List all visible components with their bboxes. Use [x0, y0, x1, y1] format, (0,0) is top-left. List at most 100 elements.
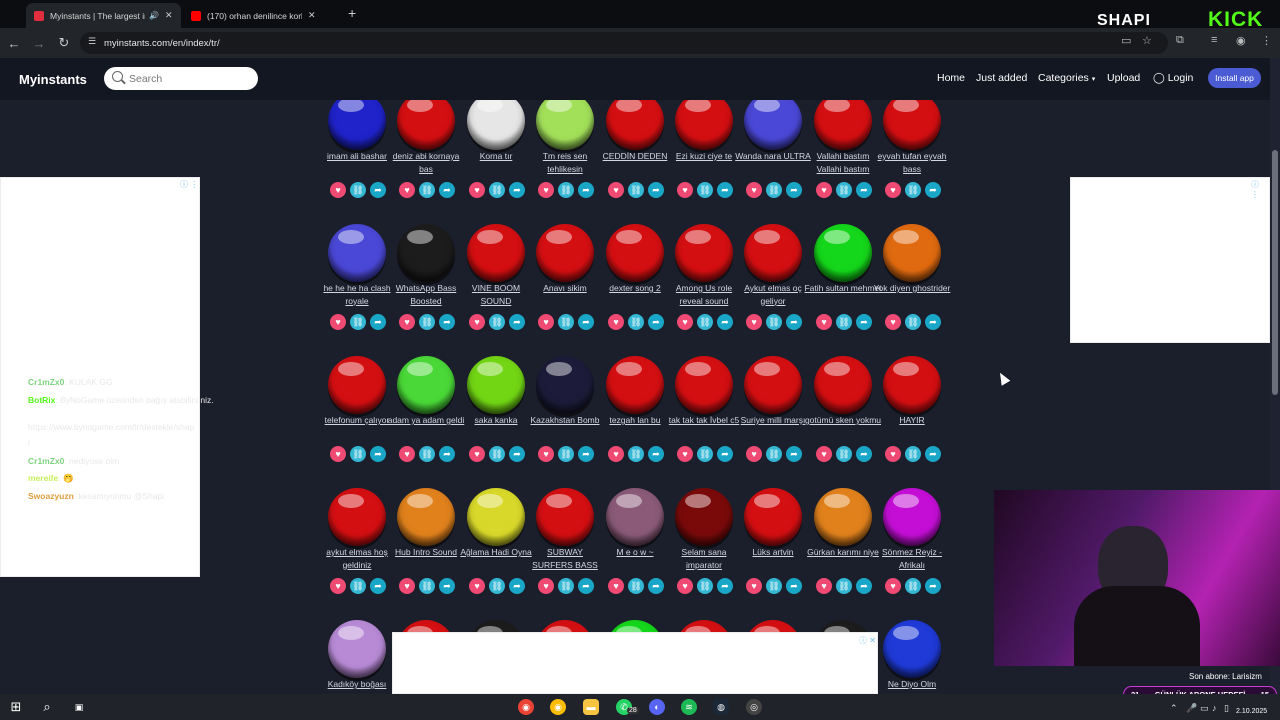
sound-play-button[interactable]: [675, 356, 733, 414]
sound-play-button[interactable]: [606, 224, 664, 282]
sound-play-button[interactable]: [328, 356, 386, 414]
copy-link-icon[interactable]: ⛓: [489, 314, 505, 330]
sound-play-button[interactable]: [467, 356, 525, 414]
sound-name-link[interactable]: deniz abi kornaya bas: [387, 150, 465, 175]
share-icon[interactable]: ➦: [509, 182, 525, 198]
sound-play-button[interactable]: [397, 488, 455, 546]
reload-icon[interactable]: ↻: [53, 35, 75, 51]
favorite-heart-icon[interactable]: ♥: [677, 182, 693, 198]
sound-name-link[interactable]: Sönmez Reyiz - Afrikalı: [873, 546, 951, 571]
favorite-heart-icon[interactable]: ♥: [746, 314, 762, 330]
share-icon[interactable]: ➦: [856, 446, 872, 462]
sound-name-link[interactable]: Hub Intro Sound: [387, 546, 465, 559]
sound-name-link[interactable]: Selam sana imparator: [665, 546, 743, 571]
spotify-icon[interactable]: ≋: [681, 699, 697, 715]
windows-start-icon[interactable]: ⊞: [8, 699, 24, 715]
steam-icon[interactable]: ◍: [713, 699, 729, 715]
share-icon[interactable]: ➦: [717, 314, 733, 330]
sound-play-button[interactable]: [467, 100, 525, 150]
share-icon[interactable]: ➦: [578, 446, 594, 462]
sound-play-button[interactable]: [536, 224, 594, 282]
share-icon[interactable]: ➦: [439, 578, 455, 594]
obs-icon[interactable]: ◎: [746, 699, 762, 715]
sound-play-button[interactable]: [536, 100, 594, 150]
tray-chevron-icon[interactable]: ⌃: [1170, 703, 1178, 714]
share-icon[interactable]: ➦: [370, 182, 386, 198]
nav-home[interactable]: Home: [937, 72, 965, 84]
sound-play-button[interactable]: [397, 100, 455, 150]
chrome-icon[interactable]: ◉: [550, 699, 566, 715]
url-field[interactable]: ☰ myinstants.com/en/index/tr/: [80, 32, 1168, 54]
sound-play-button[interactable]: [536, 488, 594, 546]
copy-link-icon[interactable]: ⛓: [766, 578, 782, 594]
sound-name-link[interactable]: Ne Diyo Olm: [873, 678, 951, 691]
sound-name-link[interactable]: Tm reis sen tehlikesin: [526, 150, 604, 175]
sound-play-button[interactable]: [744, 100, 802, 150]
sound-play-button[interactable]: [883, 488, 941, 546]
scrollbar-thumb[interactable]: [1272, 150, 1278, 395]
favorite-heart-icon[interactable]: ♥: [330, 578, 346, 594]
copy-link-icon[interactable]: ⛓: [697, 182, 713, 198]
sound-play-button[interactable]: [328, 620, 386, 678]
sound-name-link[interactable]: M e o w ~: [596, 546, 674, 559]
sound-play-button[interactable]: [675, 224, 733, 282]
favorite-heart-icon[interactable]: ♥: [399, 446, 415, 462]
copy-link-icon[interactable]: ⛓: [558, 182, 574, 198]
forward-icon[interactable]: →: [28, 36, 50, 51]
sound-play-button[interactable]: [328, 100, 386, 150]
copy-link-icon[interactable]: ⛓: [558, 446, 574, 462]
site-logo[interactable]: Myinstants: [19, 72, 87, 87]
sound-name-link[interactable]: saka kanka: [457, 414, 535, 427]
sound-play-button[interactable]: [883, 356, 941, 414]
copy-link-icon[interactable]: ⛓: [628, 314, 644, 330]
nav-categories[interactable]: Categories ▾: [1038, 72, 1095, 84]
favorite-heart-icon[interactable]: ♥: [330, 314, 346, 330]
share-icon[interactable]: ➦: [717, 578, 733, 594]
favorite-heart-icon[interactable]: ♥: [885, 578, 901, 594]
copy-link-icon[interactable]: ⛓: [836, 314, 852, 330]
cast-icon[interactable]: ▭: [1121, 34, 1131, 47]
sound-play-button[interactable]: [536, 356, 594, 414]
favorite-heart-icon[interactable]: ♥: [538, 446, 554, 462]
ad-info-icon[interactable]: ⓘ ⋮: [1251, 179, 1269, 199]
sound-play-button[interactable]: [397, 356, 455, 414]
copy-link-icon[interactable]: ⛓: [905, 182, 921, 198]
share-icon[interactable]: ➦: [856, 182, 872, 198]
sound-play-button[interactable]: [883, 224, 941, 282]
favorite-heart-icon[interactable]: ♥: [746, 578, 762, 594]
copy-link-icon[interactable]: ⛓: [697, 578, 713, 594]
copy-link-icon[interactable]: ⛓: [489, 182, 505, 198]
sound-play-button[interactable]: [675, 100, 733, 150]
chrome-icon[interactable]: ◉: [518, 699, 534, 715]
favorite-heart-icon[interactable]: ♥: [608, 578, 624, 594]
copy-link-icon[interactable]: ⛓: [766, 446, 782, 462]
favorite-heart-icon[interactable]: ♥: [399, 314, 415, 330]
favorite-heart-icon[interactable]: ♥: [885, 446, 901, 462]
favorite-heart-icon[interactable]: ♥: [469, 578, 485, 594]
share-icon[interactable]: ➦: [925, 314, 941, 330]
copy-link-icon[interactable]: ⛓: [350, 446, 366, 462]
share-icon[interactable]: ➦: [439, 182, 455, 198]
tab-myinstants[interactable]: Myinstants | The largest ins 🔊 ✕: [26, 3, 181, 28]
sound-play-button[interactable]: [328, 224, 386, 282]
copy-link-icon[interactable]: ⛓: [697, 446, 713, 462]
favorite-heart-icon[interactable]: ♥: [608, 446, 624, 462]
sound-name-link[interactable]: WhatsApp Bass Boosted: [387, 282, 465, 307]
sound-name-link[interactable]: CEDDİN DEDEN: [596, 150, 674, 163]
share-icon[interactable]: ➦: [717, 182, 733, 198]
share-icon[interactable]: ➦: [786, 578, 802, 594]
back-icon[interactable]: ←: [3, 36, 25, 51]
copy-link-icon[interactable]: ⛓: [419, 314, 435, 330]
sound-play-button[interactable]: [814, 356, 872, 414]
copy-link-icon[interactable]: ⛓: [350, 314, 366, 330]
site-info-icon[interactable]: ☰: [88, 36, 96, 47]
favorite-heart-icon[interactable]: ♥: [885, 182, 901, 198]
copy-link-icon[interactable]: ⛓: [558, 314, 574, 330]
sound-name-link[interactable]: Fatih sultan mehmet: [804, 282, 882, 295]
media-controls-icon[interactable]: ≡: [1211, 34, 1217, 46]
mic-icon[interactable]: 🎤: [1186, 703, 1197, 714]
copy-link-icon[interactable]: ⛓: [766, 314, 782, 330]
share-icon[interactable]: ➦: [925, 446, 941, 462]
sound-name-link[interactable]: Among Us role reveal sound: [665, 282, 743, 307]
sound-name-link[interactable]: Ezi kuzi ciye te: [665, 150, 743, 163]
